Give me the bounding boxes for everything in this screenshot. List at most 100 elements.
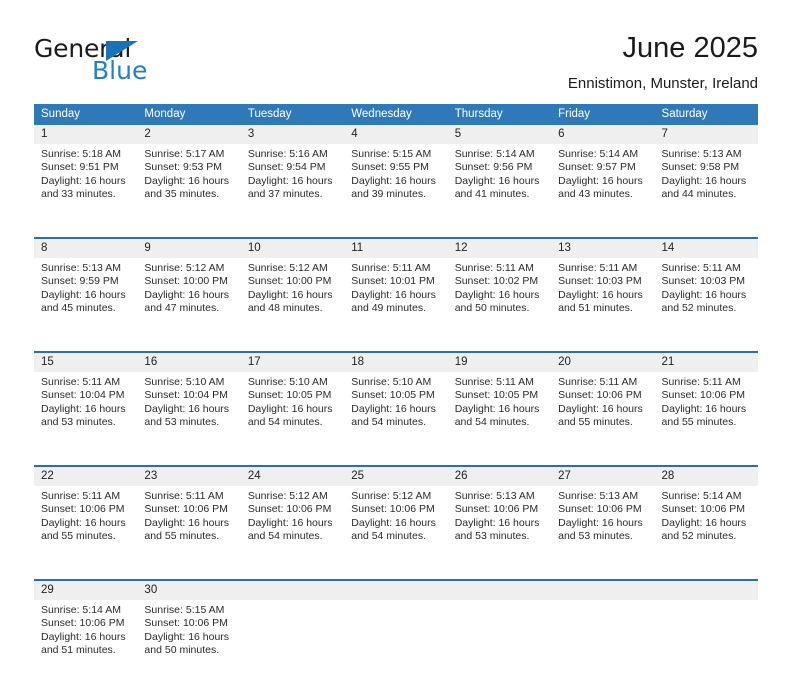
day-number: 16: [144, 356, 158, 368]
day-cell[interactable]: Sunrise: 5:10 AM Sunset: 10:05 PM Daylight…: [241, 372, 344, 456]
day-cell-content: Sunrise: 5:13 AM Sunset: 10:06 PM Daylight…: [448, 486, 551, 550]
sunset-text: Sunset: 9:59 PM: [41, 275, 119, 288]
day-cell[interactable]: Sunrise: 5:18 AM Sunset: 9:51 PM Daylight:…: [34, 144, 137, 228]
calendar-page: General Blue June 2025 Ennistimon, Munst…: [0, 0, 792, 656]
sunset-text: Sunset: 10:04 PM: [144, 389, 228, 402]
day-cell[interactable]: [241, 600, 344, 684]
day-cell[interactable]: Sunrise: 5:16 AM Sunset: 9:54 PM Daylight:…: [241, 144, 344, 228]
day-number: 26: [454, 470, 468, 482]
day-cell-content: Sunrise: 5:17 AM Sunset: 9:53 PM Daylight:…: [137, 144, 240, 208]
day-cell[interactable]: Sunrise: 5:11 AM Sunset: 10:06 PM Daylight…: [551, 372, 654, 456]
day-cell[interactable]: Sunrise: 5:11 AM Sunset: 10:01 PM Daylight…: [344, 258, 447, 342]
day-number-cell: 3: [240, 125, 345, 144]
day-cell-content: Sunrise: 5:14 AM Sunset: 9:57 PM Daylight:…: [551, 144, 654, 208]
week-content-row: Sunrise: 5:11 AM Sunset: 10:04 PM Daylight…: [34, 372, 758, 456]
sunrise-text: Sunrise: 5:14 AM: [41, 604, 121, 616]
sunrise-text: Sunrise: 5:13 AM: [454, 490, 535, 502]
day-cell[interactable]: Sunrise: 5:12 AM Sunset: 10:06 PM Daylight…: [241, 486, 344, 570]
day-cell[interactable]: Sunrise: 5:11 AM Sunset: 10:06 PM Daylight…: [655, 372, 758, 456]
day-cell-content: Sunrise: 5:10 AM Sunset: 10:05 PM Daylight…: [344, 372, 447, 436]
day-cell-content: Sunrise: 5:12 AM Sunset: 10:00 PM Daylight…: [241, 258, 344, 322]
calendar-body: 1 2 3 4 5 6 7 Sunrise: 5:18 AM Sunset: 9:51 PM Da…: [34, 125, 758, 684]
day-cell[interactable]: Sunrise: 5:11 AM Sunset: 10:04 PM Daylight…: [34, 372, 137, 456]
week-daynumber-row: 22 23 24 25 26 27 28: [34, 467, 758, 486]
title-block: June 2025 Ennistimon, Munster, Ireland: [568, 30, 758, 93]
daylight-text-line2: and 39 minutes.: [351, 187, 426, 200]
daylight-text-line2: and 55 minutes.: [41, 529, 116, 542]
week-gap-cell: [34, 570, 758, 579]
day-number-cell: 27: [551, 467, 655, 486]
sunset-text: Sunset: 9:57 PM: [558, 161, 636, 174]
day-cell[interactable]: Sunrise: 5:12 AM Sunset: 10:00 PM Daylight…: [137, 258, 240, 342]
day-cell[interactable]: Sunrise: 5:14 AM Sunset: 9:57 PM Daylight:…: [551, 144, 654, 228]
day-cell-content: Sunrise: 5:14 AM Sunset: 9:56 PM Daylight:…: [448, 144, 551, 208]
day-number: 21: [661, 356, 675, 368]
day-cell-content: [448, 600, 551, 664]
sunrise-text: Sunrise: 5:14 AM: [661, 490, 742, 502]
sunset-text: Sunset: 10:06 PM: [558, 389, 642, 402]
day-cell-content: [344, 600, 447, 664]
week-daynumber-row: 29 30: [34, 581, 758, 600]
day-cell[interactable]: Sunrise: 5:15 AM Sunset: 9:55 PM Daylight:…: [344, 144, 447, 228]
day-cell[interactable]: Sunrise: 5:12 AM Sunset: 10:06 PM Daylight…: [344, 486, 447, 570]
day-number-cell: 29: [34, 581, 138, 600]
day-number: 23: [144, 470, 158, 482]
day-cell[interactable]: Sunrise: 5:12 AM Sunset: 10:00 PM Daylight…: [241, 258, 344, 342]
day-cell[interactable]: Sunrise: 5:11 AM Sunset: 10:06 PM Daylight…: [34, 486, 137, 570]
day-cell[interactable]: Sunrise: 5:15 AM Sunset: 10:06 PM Daylight…: [137, 600, 240, 684]
daylight-text-line2: and 53 minutes.: [454, 529, 530, 542]
day-cell[interactable]: [344, 600, 447, 684]
day-number: 22: [41, 470, 54, 482]
week-gap: [34, 456, 758, 465]
day-number-cell: [551, 581, 655, 600]
day-cell-content: Sunrise: 5:18 AM Sunset: 9:51 PM Daylight:…: [34, 144, 137, 208]
day-cell[interactable]: Sunrise: 5:10 AM Sunset: 10:05 PM Daylight…: [344, 372, 447, 456]
sunset-text: Sunset: 10:01 PM: [351, 275, 435, 288]
day-number-cell: 28: [654, 467, 758, 486]
daylight-text-line1: Daylight: 16 hours: [661, 174, 747, 187]
day-cell-content: Sunrise: 5:13 AM Sunset: 9:58 PM Daylight:…: [655, 144, 758, 208]
sunrise-text: Sunrise: 5:10 AM: [144, 376, 225, 388]
day-cell[interactable]: Sunrise: 5:11 AM Sunset: 10:06 PM Daylight…: [137, 486, 240, 570]
day-number-cell: [344, 581, 448, 600]
day-number-cell: 4: [344, 125, 448, 144]
day-cell-content: Sunrise: 5:11 AM Sunset: 10:03 PM Daylight…: [655, 258, 758, 322]
sunrise-text: Sunrise: 5:13 AM: [661, 148, 742, 160]
day-number-cell: 18: [344, 353, 448, 372]
week-daynumber-row: 1 2 3 4 5 6 7: [34, 125, 758, 144]
day-number: 9: [144, 242, 151, 254]
sunrise-text: Sunrise: 5:14 AM: [454, 148, 535, 160]
day-cell[interactable]: [655, 600, 758, 684]
day-number: 8: [41, 242, 48, 254]
day-cell[interactable]: Sunrise: 5:17 AM Sunset: 9:53 PM Daylight:…: [137, 144, 240, 228]
daylight-text-line1: Daylight: 16 hours: [351, 288, 436, 301]
day-number: 1: [41, 128, 48, 140]
day-cell[interactable]: [448, 600, 551, 684]
day-cell[interactable]: Sunrise: 5:13 AM Sunset: 9:59 PM Daylight:…: [34, 258, 137, 342]
day-cell[interactable]: Sunrise: 5:13 AM Sunset: 10:06 PM Daylight…: [448, 486, 551, 570]
daylight-text-line2: and 54 minutes.: [351, 415, 426, 428]
day-cell[interactable]: Sunrise: 5:11 AM Sunset: 10:03 PM Daylight…: [655, 258, 758, 342]
daylight-text-line2: and 53 minutes.: [41, 415, 116, 428]
day-cell[interactable]: Sunrise: 5:14 AM Sunset: 10:06 PM Daylight…: [655, 486, 758, 570]
weekday-header-saturday: Saturday: [654, 104, 758, 125]
day-number-cell: 30: [137, 581, 241, 600]
day-cell[interactable]: Sunrise: 5:14 AM Sunset: 9:56 PM Daylight:…: [448, 144, 551, 228]
daylight-text-line2: and 53 minutes.: [558, 529, 633, 542]
day-cell[interactable]: Sunrise: 5:14 AM Sunset: 10:06 PM Daylight…: [34, 600, 137, 684]
sunset-text: Sunset: 10:00 PM: [247, 275, 332, 288]
day-cell[interactable]: Sunrise: 5:11 AM Sunset: 10:02 PM Daylight…: [448, 258, 551, 342]
day-number: 14: [661, 242, 675, 254]
day-cell[interactable]: Sunrise: 5:13 AM Sunset: 10:06 PM Daylight…: [551, 486, 654, 570]
day-cell[interactable]: Sunrise: 5:11 AM Sunset: 10:05 PM Daylight…: [448, 372, 551, 456]
daylight-text-line1: Daylight: 16 hours: [144, 630, 230, 643]
sunrise-text: Sunrise: 5:11 AM: [558, 262, 638, 274]
day-cell[interactable]: Sunrise: 5:13 AM Sunset: 9:58 PM Daylight:…: [655, 144, 758, 228]
day-cell[interactable]: Sunrise: 5:10 AM Sunset: 10:04 PM Daylight…: [137, 372, 240, 456]
brand-logo[interactable]: General Blue: [34, 36, 234, 86]
day-cell[interactable]: [551, 600, 654, 684]
daylight-text-line1: Daylight: 16 hours: [454, 516, 540, 529]
day-cell[interactable]: Sunrise: 5:11 AM Sunset: 10:03 PM Daylight…: [551, 258, 654, 342]
sunrise-text: Sunrise: 5:15 AM: [351, 148, 432, 160]
day-number: [448, 581, 551, 600]
